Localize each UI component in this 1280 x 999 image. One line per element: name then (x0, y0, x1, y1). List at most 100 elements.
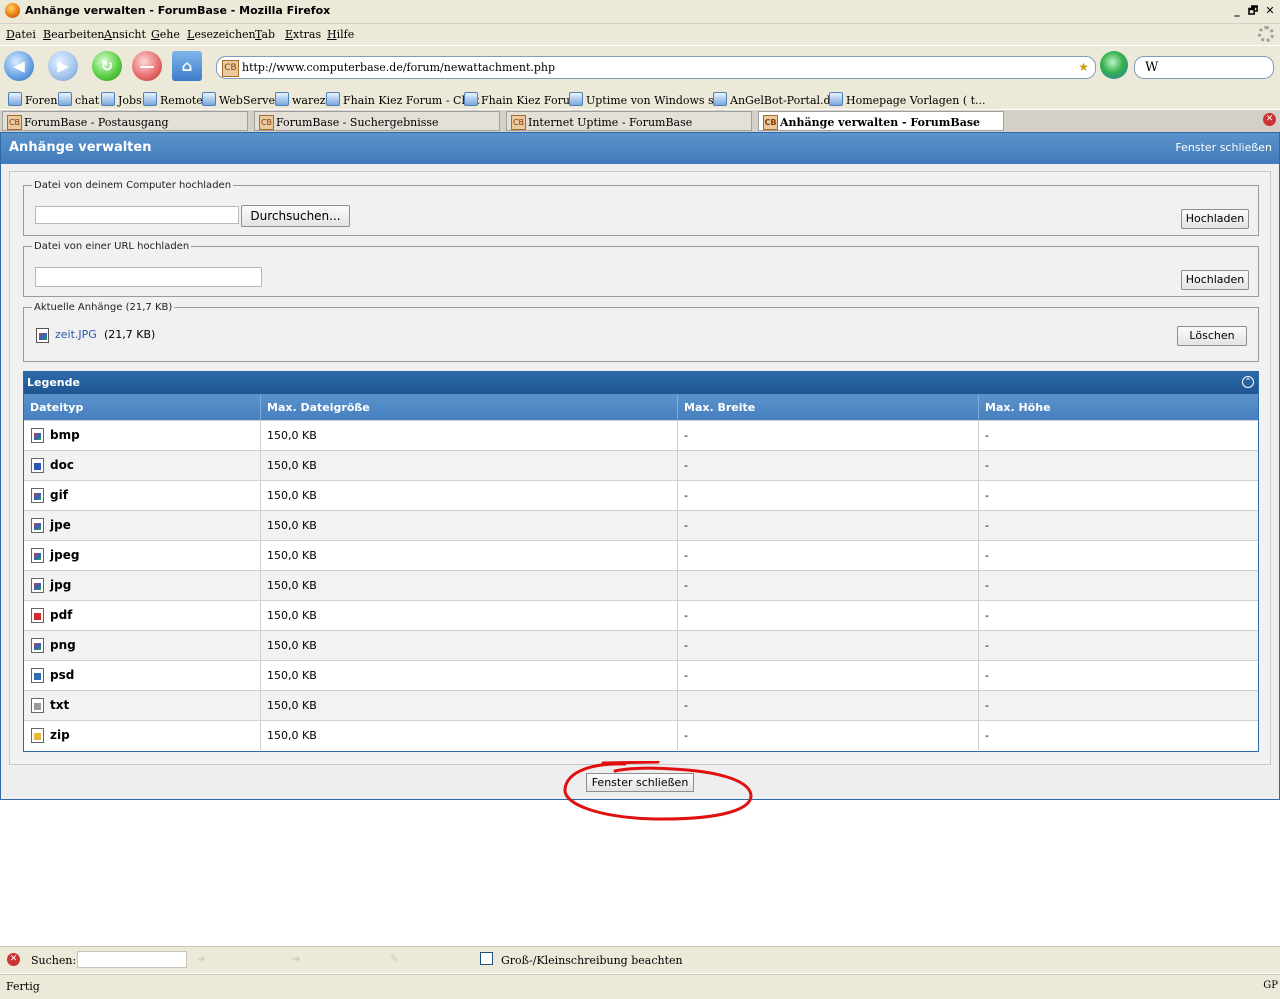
home-button[interactable]: ⌂ (172, 51, 202, 81)
url-input[interactable] (35, 267, 262, 287)
reload-button[interactable]: ↻ (92, 51, 122, 81)
tab-bar: CB ForumBase - Postausgang CB ForumBase - … (0, 110, 1280, 132)
highlight-icon[interactable]: ✎ (390, 954, 398, 965)
go-button[interactable] (1100, 51, 1128, 79)
bookmark-item[interactable]: Homepage Vorlagen ( t... (829, 92, 986, 107)
close-tab-icon[interactable]: ✕ (1263, 113, 1276, 126)
menu-bearbeiten[interactable]: Bearbeiten (43, 28, 105, 41)
cell-divider (260, 631, 261, 660)
delete-button[interactable]: Löschen (1177, 326, 1247, 346)
file-icon-glyph (34, 643, 41, 650)
txt-file-icon (31, 698, 44, 713)
site-favicon: CB (763, 115, 778, 130)
file-icon-glyph (34, 613, 41, 620)
close-findbar-icon[interactable]: ✕ (7, 953, 20, 966)
close-window-link[interactable]: Fenster schließen (1175, 141, 1272, 154)
cell-divider (677, 601, 678, 630)
column-divider (677, 394, 678, 420)
menu-ansicht[interactable]: Ansicht (104, 28, 146, 41)
match-case-checkbox[interactable] (480, 952, 493, 965)
bookmark-item[interactable]: Foren (8, 92, 58, 107)
gif-file-icon (31, 488, 44, 503)
search-input[interactable]: W (1134, 56, 1274, 79)
upload-url-button[interactable]: Hochladen (1181, 270, 1249, 290)
cell-type: gif (50, 488, 68, 502)
cell-divider (677, 421, 678, 450)
window-titlebar: Anhänge verwalten - ForumBase - Mozilla … (0, 0, 1280, 24)
link-icon (464, 92, 478, 106)
bookmark-item[interactable]: warez (275, 92, 326, 107)
menu-datei[interactable]: Datei (6, 28, 36, 41)
find-next-icon[interactable]: ➜ (197, 954, 205, 965)
maximize-button[interactable]: 🗗 (1245, 3, 1261, 18)
bookmark-item[interactable]: chat (58, 92, 99, 107)
folder-icon (143, 92, 157, 106)
cell-max-width: - (684, 729, 688, 742)
forward-button[interactable]: ▶ (48, 51, 78, 81)
cell-max-width: - (684, 699, 688, 712)
cell-divider (978, 541, 979, 570)
table-row: gif 150,0 KB - - (24, 480, 1258, 510)
menu-extras[interactable]: Extras (285, 28, 321, 41)
bookmark-item[interactable]: Fhain Kiez Forum (464, 92, 580, 107)
bookmark-item[interactable]: AnGelBot-Portal.de (713, 92, 837, 107)
collapse-icon[interactable]: ⌃ (1242, 376, 1254, 388)
bookmark-item[interactable]: Fhain Kiez Forum - Chat (326, 92, 480, 107)
png-file-icon (31, 638, 44, 653)
folder-icon (58, 92, 72, 106)
url-bar[interactable]: CB http://www.computerbase.de/forum/newa… (216, 56, 1096, 79)
table-row: zip 150,0 KB - - (24, 720, 1258, 750)
cell-max-width: - (684, 579, 688, 592)
column-divider (260, 394, 261, 420)
attachment-link[interactable]: zeit.JPG (55, 328, 97, 341)
upload-computer-button[interactable]: Hochladen (1181, 209, 1249, 229)
doc-file-icon (31, 458, 44, 473)
tab-anhaenge-verwalten[interactable]: CB Anhänge verwalten - ForumBase (758, 111, 1004, 131)
cell-max-size: 150,0 KB (267, 549, 317, 562)
back-button[interactable]: ◀ (4, 51, 34, 81)
find-previous-icon[interactable]: ➜ (292, 954, 300, 965)
menu-tab[interactable]: Tab (255, 28, 275, 41)
menu-lesezeichen[interactable]: Lesezeichen (187, 28, 256, 41)
bookmark-item[interactable]: Uptime von Windows s... (569, 92, 724, 107)
table-row: png 150,0 KB - - (24, 630, 1258, 660)
upload-computer-fieldset: Datei von deinem Computer hochladen Durc… (23, 180, 1259, 236)
column-header: Dateityp (30, 401, 84, 414)
pdf-file-icon (31, 608, 44, 623)
minimize-button[interactable]: _ (1229, 3, 1245, 18)
bookmark-item[interactable]: WebServer (202, 92, 280, 107)
file-icon-glyph (34, 733, 41, 740)
close-window-button[interactable]: ✕ (1262, 3, 1278, 18)
file-path-input[interactable] (35, 206, 239, 224)
bookmark-star-icon[interactable]: ★ (1078, 60, 1089, 74)
page-content: Anhänge verwalten Fenster schließen Date… (0, 132, 1280, 800)
firefox-icon (5, 3, 20, 18)
menu-hilfe[interactable]: Hilfe (327, 28, 354, 41)
bookmark-label: Foren (25, 94, 58, 107)
throbber-icon (1258, 26, 1274, 42)
upload-computer-legend: Datei von deinem Computer hochladen (34, 180, 232, 191)
tab-suchergebnisse[interactable]: CB ForumBase - Suchergebnisse (254, 111, 500, 131)
home-icon: ⌂ (181, 57, 193, 75)
bookmark-label: WebServer (219, 94, 281, 107)
bookmark-item[interactable]: Remote (143, 92, 203, 107)
cell-max-size: 150,0 KB (267, 519, 317, 532)
tab-postausgang[interactable]: CB ForumBase - Postausgang (2, 111, 248, 131)
tab-internet-uptime[interactable]: CB Internet Uptime - ForumBase (506, 111, 752, 131)
bookmark-item[interactable]: Jobs (101, 92, 142, 107)
current-attachments-legend: Aktuelle Anhänge (21,7 KB) (34, 302, 173, 313)
browse-button[interactable]: Durchsuchen... (241, 205, 350, 227)
legend-title: Legende (27, 376, 80, 389)
tab-label: Internet Uptime - ForumBase (528, 116, 693, 129)
stop-button[interactable]: — (132, 51, 162, 81)
file-icon-glyph (34, 523, 41, 530)
find-input[interactable] (77, 951, 187, 968)
cell-max-width: - (684, 519, 688, 532)
cell-divider (978, 511, 979, 540)
site-favicon: CB (7, 115, 22, 130)
column-header: Max. Dateigröße (267, 401, 370, 414)
find-label: Suchen: (31, 954, 77, 967)
menu-gehe[interactable]: Gehe (151, 28, 180, 41)
cell-max-height: - (985, 549, 989, 562)
annotation-circle (563, 761, 753, 821)
